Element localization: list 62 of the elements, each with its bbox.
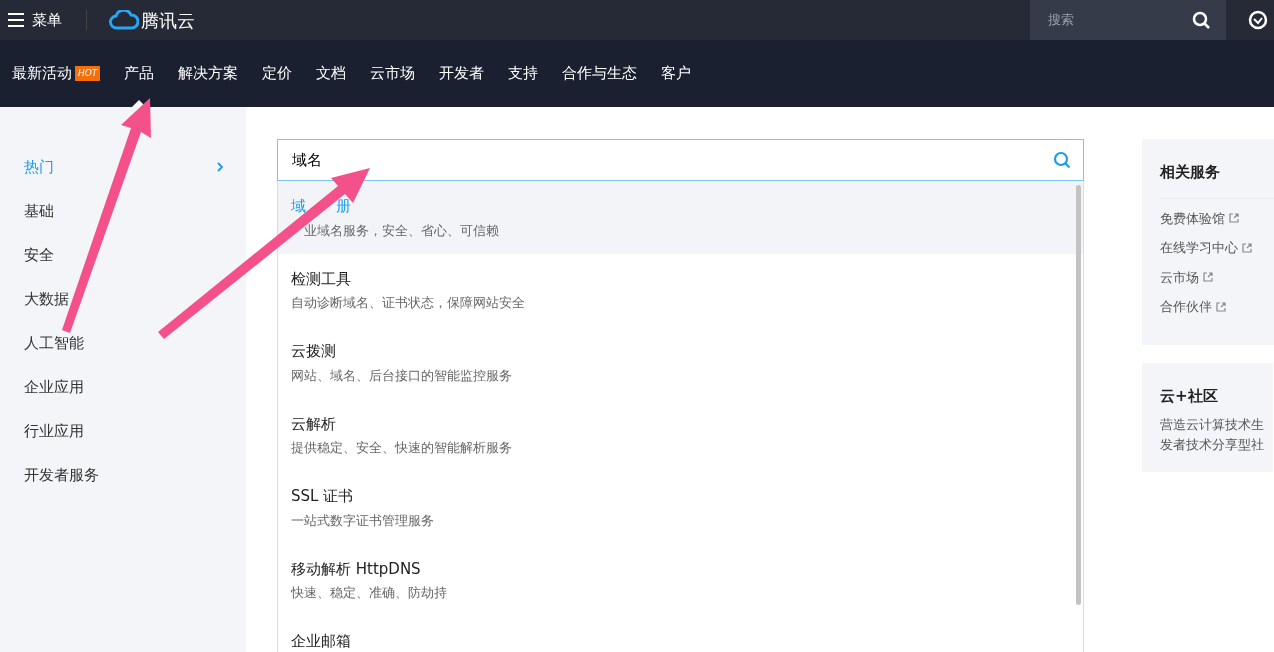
result-item[interactable]: 云解析 提供稳定、安全、快速的智能解析服务	[278, 398, 1083, 471]
chevron-right-icon	[217, 162, 224, 172]
nav-item[interactable]: 开发者	[427, 40, 497, 107]
result-description: 提供稳定、安全、快速的智能解析服务	[291, 440, 512, 455]
external-link-icon	[1216, 301, 1226, 312]
result-item[interactable]: SSL 证书 一站式数字证书管理服务	[278, 471, 1083, 544]
panel-title: 云+社区	[1160, 385, 1219, 407]
result-title: 云拨测	[291, 341, 337, 362]
sidebar-item[interactable]: 开发者服务	[24, 463, 99, 487]
hot-badge: HOT	[75, 65, 101, 82]
external-link-icon	[1242, 242, 1252, 253]
result-title: 册	[336, 196, 351, 217]
result-item[interactable]: 检测工具 自动诊断域名、证书状态，保障网站安全	[278, 253, 1083, 326]
sidebar-item[interactable]: 人工智能	[24, 331, 84, 355]
nav-item[interactable]: 客户	[649, 40, 704, 107]
result-description: 自动诊断域名、证书状态，保障网站安全	[291, 295, 525, 310]
result-description: 一站式数字证书管理服务	[291, 512, 434, 528]
external-link-icon	[1203, 272, 1213, 283]
user-icon[interactable]	[1248, 10, 1268, 30]
result-title: 域	[291, 196, 306, 217]
sidebar-item[interactable]: 大数据	[24, 287, 69, 311]
search-field[interactable]: 域名	[277, 139, 1084, 181]
result-item[interactable]: 移动解析 HttpDNS 快速、稳定、准确、防劫持	[278, 543, 1083, 616]
related-link[interactable]: 云市场	[1160, 267, 1199, 287]
search-icon[interactable]	[1192, 11, 1210, 29]
result-item[interactable]: 企业邮箱	[278, 616, 1083, 652]
result-item[interactable]: 域 册 业域名服务，安全、省心、可信赖	[278, 181, 1083, 254]
nav-item[interactable]: 云市场	[358, 40, 428, 107]
result-title: SSL 证书	[291, 486, 355, 507]
nav-item[interactable]: 定价	[250, 40, 305, 107]
related-link[interactable]: 在线学习中心	[1160, 238, 1238, 258]
result-description: 业域名服务，安全、省心、可信赖	[304, 222, 499, 238]
community-description: 营造云计算技术生	[1160, 416, 1265, 434]
search-input[interactable]: 搜索	[1046, 9, 1186, 31]
cloud-logo-icon[interactable]	[109, 10, 139, 30]
related-link[interactable]: 免费体验馆	[1160, 208, 1225, 228]
result-title: 移动解析 HttpDNS	[291, 558, 422, 580]
result-item[interactable]: 云拨测 网站、域名、后台接口的智能监控服务	[278, 326, 1083, 399]
result-title: 检测工具	[291, 268, 352, 290]
menu-label[interactable]: 菜单	[32, 8, 62, 32]
menu-icon[interactable]	[8, 13, 24, 27]
nav-item[interactable]: 文档	[304, 40, 359, 107]
result-title: 企业邮箱	[291, 631, 352, 652]
sidebar-item[interactable]: 行业应用	[24, 419, 84, 443]
nav-label[interactable]: 最新活动	[12, 62, 72, 85]
related-link[interactable]: 合作伙伴	[1160, 297, 1212, 317]
nav-item[interactable]: 合作与生态	[550, 40, 650, 107]
scrollbar[interactable]	[1076, 185, 1081, 605]
external-link-icon	[1229, 213, 1239, 224]
nav-item[interactable]: 产品	[112, 40, 167, 107]
panel-title: 相关服务	[1160, 162, 1221, 183]
result-description: 快速、稳定、准确、防劫持	[291, 585, 447, 600]
search-field[interactable]: 搜索	[1030, 0, 1226, 40]
community-description: 发者技术分享型社	[1160, 435, 1265, 454]
sidebar-item[interactable]: 安全	[24, 243, 54, 267]
result-description: 网站、域名、后台接口的智能监控服务	[291, 367, 512, 383]
nav-item[interactable]: 支持	[496, 40, 551, 107]
sidebar-item[interactable]: 基础	[24, 199, 54, 223]
result-title: 云解析	[291, 413, 337, 435]
nav-item[interactable]: 解决方案	[166, 40, 251, 107]
brand-name[interactable]: 腾讯云	[141, 6, 195, 34]
sidebar-item[interactable]: 企业应用	[24, 375, 84, 399]
